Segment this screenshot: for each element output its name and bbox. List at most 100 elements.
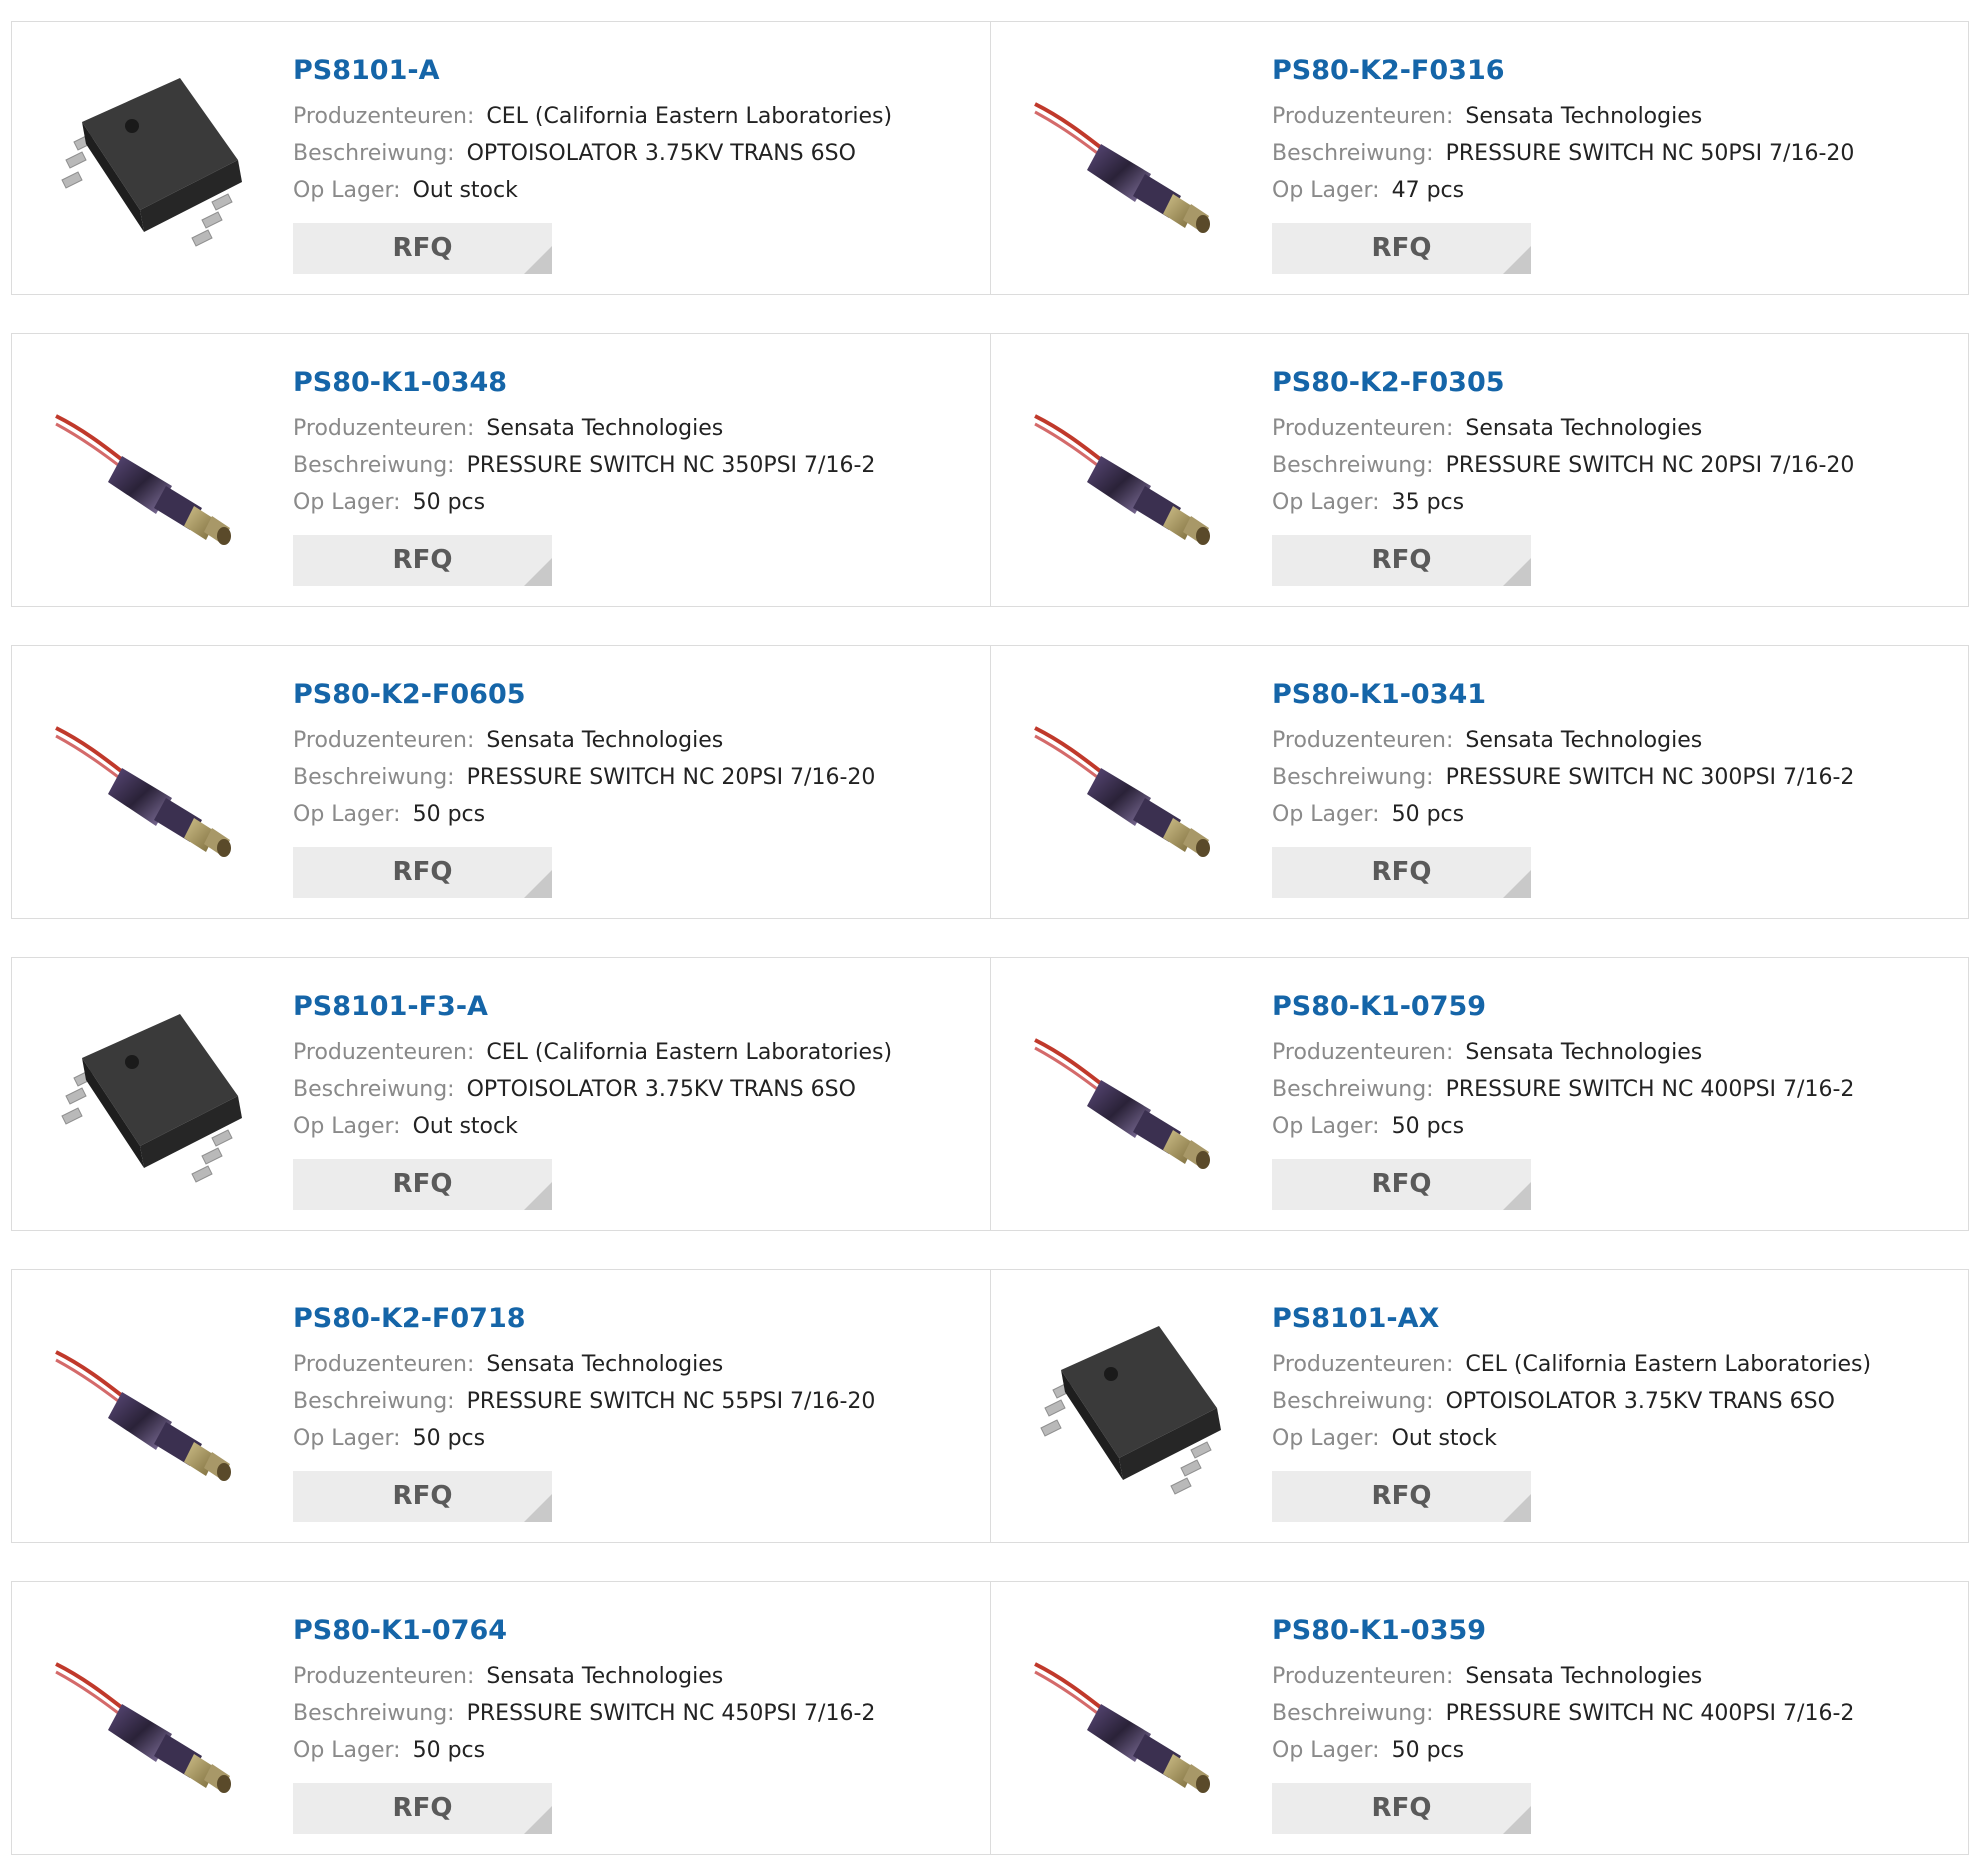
rfq-button[interactable]: RFQ bbox=[293, 847, 552, 898]
manufacturer-value: CEL (California Eastern Laboratories) bbox=[1465, 1352, 1872, 1377]
product-info: PS80-K2-F0305 Produzenteuren: Sensata Tech… bbox=[1272, 366, 1854, 521]
pressure-switch-icon[interactable] bbox=[52, 686, 252, 886]
rfq-button[interactable]: RFQ bbox=[293, 223, 552, 274]
part-number-link[interactable]: PS80-K1-0341 bbox=[1272, 678, 1854, 712]
stock-row: Op Lager: 50 pcs bbox=[293, 484, 875, 521]
stock-row: Op Lager: 50 pcs bbox=[1272, 796, 1854, 833]
pressure-switch-icon[interactable] bbox=[1031, 686, 1231, 886]
description-row: Beschreiwung: PRESSURE SWITCH NC 20PSI 7/… bbox=[293, 759, 875, 796]
rfq-label: RFQ bbox=[1371, 1481, 1432, 1511]
manufacturer-value: Sensata Technologies bbox=[1465, 1040, 1703, 1065]
part-number-link[interactable]: PS8101-A bbox=[293, 54, 892, 88]
description-value: OPTOISOLATOR 3.75KV TRANS 6SO bbox=[1445, 1389, 1835, 1414]
part-number-link[interactable]: PS80-K1-0359 bbox=[1272, 1614, 1854, 1648]
product-info: PS80-K1-0348 Produzenteuren: Sensata Techn… bbox=[293, 366, 875, 521]
stock-label: Op Lager: bbox=[293, 1114, 401, 1139]
manufacturer-row: Produzenteuren: Sensata Technologies bbox=[1272, 1034, 1854, 1071]
product-card: PS80-K2-F0605 Produzenteuren: Sensata Tech… bbox=[12, 646, 990, 918]
rfq-button[interactable]: RFQ bbox=[293, 1783, 552, 1834]
description-label: Beschreiwung: bbox=[293, 453, 455, 478]
part-number-link[interactable]: PS8101-AX bbox=[1272, 1302, 1871, 1336]
description-row: Beschreiwung: OPTOISOLATOR 3.75KV TRANS 6… bbox=[293, 135, 892, 172]
stock-label: Op Lager: bbox=[293, 1426, 401, 1451]
stock-value: 50 pcs bbox=[1391, 1114, 1465, 1139]
stock-value: 50 pcs bbox=[412, 1426, 486, 1451]
manufacturer-value: Sensata Technologies bbox=[486, 1664, 724, 1689]
part-number-link[interactable]: PS80-K1-0764 bbox=[293, 1614, 875, 1648]
product-list: PS8101-A Produzenteuren: CEL (California E… bbox=[0, 0, 1969, 1855]
part-number-link[interactable]: PS80-K1-0759 bbox=[1272, 990, 1854, 1024]
product-card: PS80-K2-F0718 Produzenteuren: Sensata Tech… bbox=[12, 1270, 990, 1542]
corner-decoration bbox=[1503, 1182, 1531, 1210]
stock-label: Op Lager: bbox=[1272, 490, 1380, 515]
description-label: Beschreiwung: bbox=[293, 1077, 455, 1102]
stock-label: Op Lager: bbox=[293, 802, 401, 827]
description-label: Beschreiwung: bbox=[293, 765, 455, 790]
stock-row: Op Lager: 50 pcs bbox=[293, 1732, 875, 1769]
rfq-button[interactable]: RFQ bbox=[1272, 1471, 1531, 1522]
description-value: PRESSURE SWITCH NC 20PSI 7/16-20 bbox=[1445, 453, 1855, 478]
stock-value: Out stock bbox=[1391, 1426, 1497, 1451]
description-label: Beschreiwung: bbox=[293, 141, 455, 166]
stock-value: 50 pcs bbox=[412, 802, 486, 827]
product-card: PS80-K1-0341 Produzenteuren: Sensata Techn… bbox=[990, 646, 1969, 918]
stock-label: Op Lager: bbox=[1272, 1114, 1380, 1139]
part-number-link[interactable]: PS80-K2-F0718 bbox=[293, 1302, 875, 1336]
rfq-button[interactable]: RFQ bbox=[293, 1159, 552, 1210]
pressure-switch-icon[interactable] bbox=[52, 1622, 252, 1822]
product-card: PS80-K1-0764 Produzenteuren: Sensata Techn… bbox=[12, 1582, 990, 1854]
pressure-switch-icon[interactable] bbox=[52, 1310, 252, 1510]
part-number-link[interactable]: PS80-K2-F0605 bbox=[293, 678, 875, 712]
rfq-button[interactable]: RFQ bbox=[1272, 1783, 1531, 1834]
stock-row: Op Lager: Out stock bbox=[293, 1108, 892, 1145]
description-value: PRESSURE SWITCH NC 350PSI 7/16-2 bbox=[466, 453, 876, 478]
corner-decoration bbox=[1503, 1494, 1531, 1522]
manufacturer-value: Sensata Technologies bbox=[486, 1352, 724, 1377]
part-number-link[interactable]: PS8101-F3-A bbox=[293, 990, 892, 1024]
manufacturer-row: Produzenteuren: Sensata Technologies bbox=[293, 1346, 875, 1383]
manufacturer-row: Produzenteuren: Sensata Technologies bbox=[1272, 1658, 1854, 1695]
description-row: Beschreiwung: PRESSURE SWITCH NC 450PSI 7… bbox=[293, 1695, 875, 1732]
optoisolator-chip-icon[interactable] bbox=[52, 998, 252, 1198]
manufacturer-row: Produzenteuren: CEL (California Eastern L… bbox=[1272, 1346, 1871, 1383]
part-number-link[interactable]: PS80-K2-F0316 bbox=[1272, 54, 1854, 88]
product-info: PS8101-A Produzenteuren: CEL (California E… bbox=[293, 54, 892, 209]
corner-decoration bbox=[524, 1182, 552, 1210]
description-label: Beschreiwung: bbox=[293, 1389, 455, 1414]
corner-decoration bbox=[524, 1806, 552, 1834]
rfq-button[interactable]: RFQ bbox=[1272, 223, 1531, 274]
stock-row: Op Lager: 50 pcs bbox=[293, 1420, 875, 1457]
description-label: Beschreiwung: bbox=[1272, 453, 1434, 478]
manufacturer-row: Produzenteuren: Sensata Technologies bbox=[293, 722, 875, 759]
manufacturer-label: Produzenteuren: bbox=[1272, 728, 1454, 753]
optoisolator-chip-icon[interactable] bbox=[52, 62, 252, 262]
stock-row: Op Lager: Out stock bbox=[1272, 1420, 1871, 1457]
manufacturer-value: Sensata Technologies bbox=[1465, 728, 1703, 753]
corner-decoration bbox=[1503, 246, 1531, 274]
part-number-link[interactable]: PS80-K2-F0305 bbox=[1272, 366, 1854, 400]
stock-label: Op Lager: bbox=[1272, 802, 1380, 827]
stock-label: Op Lager: bbox=[1272, 178, 1380, 203]
part-number-link[interactable]: PS80-K1-0348 bbox=[293, 366, 875, 400]
description-row: Beschreiwung: OPTOISOLATOR 3.75KV TRANS 6… bbox=[293, 1071, 892, 1108]
optoisolator-chip-icon[interactable] bbox=[1031, 1310, 1231, 1510]
manufacturer-label: Produzenteuren: bbox=[1272, 416, 1454, 441]
rfq-button[interactable]: RFQ bbox=[1272, 847, 1531, 898]
product-card: PS80-K1-0759 Produzenteuren: Sensata Techn… bbox=[990, 958, 1969, 1230]
manufacturer-row: Produzenteuren: CEL (California Eastern L… bbox=[293, 1034, 892, 1071]
pressure-switch-icon[interactable] bbox=[1031, 998, 1231, 1198]
manufacturer-value: CEL (California Eastern Laboratories) bbox=[486, 1040, 893, 1065]
pressure-switch-icon[interactable] bbox=[1031, 1622, 1231, 1822]
description-row: Beschreiwung: PRESSURE SWITCH NC 300PSI 7… bbox=[1272, 759, 1854, 796]
rfq-button[interactable]: RFQ bbox=[293, 1471, 552, 1522]
description-value: PRESSURE SWITCH NC 300PSI 7/16-2 bbox=[1445, 765, 1855, 790]
pressure-switch-icon[interactable] bbox=[1031, 374, 1231, 574]
pressure-switch-icon[interactable] bbox=[52, 374, 252, 574]
rfq-button[interactable]: RFQ bbox=[293, 535, 552, 586]
description-value: OPTOISOLATOR 3.75KV TRANS 6SO bbox=[466, 1077, 856, 1102]
product-card: PS80-K1-0359 Produzenteuren: Sensata Techn… bbox=[990, 1582, 1969, 1854]
stock-value: Out stock bbox=[412, 178, 518, 203]
rfq-button[interactable]: RFQ bbox=[1272, 535, 1531, 586]
pressure-switch-icon[interactable] bbox=[1031, 62, 1231, 262]
rfq-button[interactable]: RFQ bbox=[1272, 1159, 1531, 1210]
